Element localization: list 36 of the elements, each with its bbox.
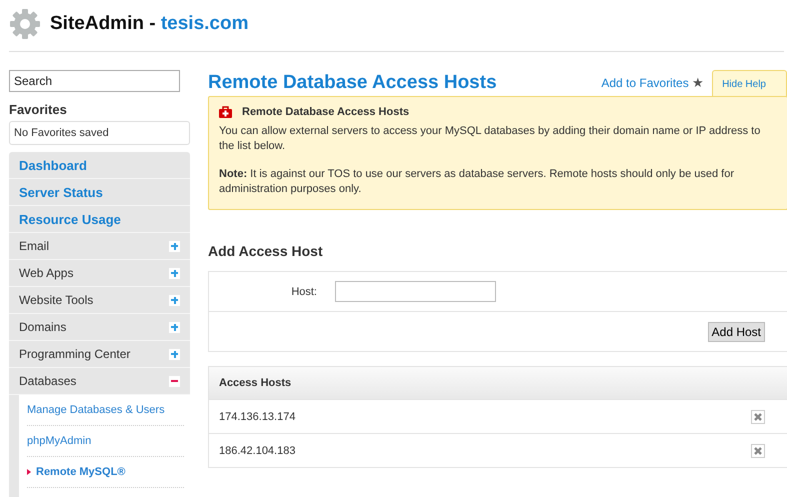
host-label: Host: xyxy=(290,286,317,298)
section-heading: Add Access Host xyxy=(208,243,324,259)
expand-icon[interactable] xyxy=(169,294,180,306)
first-aid-kit-icon xyxy=(219,106,232,118)
submenu-link[interactable]: Remote MySQL® xyxy=(27,457,184,488)
page-title: Remote Database Access Hosts xyxy=(208,72,498,95)
sidebar-group-label[interactable]: Website Tools xyxy=(19,293,94,307)
collapse-icon[interactable] xyxy=(169,376,180,386)
expand-icon[interactable] xyxy=(169,240,180,252)
add-host-button[interactable]: Add Host xyxy=(708,322,765,342)
submenu-link[interactable]: phpMyAdmin xyxy=(27,426,184,457)
expand-icon[interactable] xyxy=(169,322,180,332)
gear-icon xyxy=(9,8,41,40)
table-cell: 186.42.104.183 xyxy=(219,444,296,456)
help-note: Note: It is against our TOS to use our servers as database servers. Remote hosts should only be used for administration purposes only. xyxy=(219,167,736,197)
search-field[interactable]: Search xyxy=(9,70,180,92)
favorites-empty-text: No Favorites saved xyxy=(9,121,190,145)
submenu-link[interactable]: Manage Databases & Users xyxy=(27,395,184,426)
sidebar-group-label[interactable]: Email xyxy=(19,239,50,253)
sidebar-group-label[interactable]: Programming Center xyxy=(19,347,130,361)
add-to-favorites-link[interactable]: Add to Favorites ★ xyxy=(601,75,712,96)
sidebar-group-label[interactable]: Web Apps xyxy=(19,266,74,280)
host-field[interactable] xyxy=(335,281,496,302)
help-title: Remote Database Access Hosts xyxy=(242,106,410,118)
help-text: You can allow external servers to access your MySQL databases by adding their domain name or IP address to the list below. xyxy=(219,124,762,154)
sidebar-group-label[interactable]: Domains xyxy=(19,320,66,334)
table-cell: 174.136.13.174 xyxy=(219,410,296,422)
delete-icon[interactable] xyxy=(751,410,765,424)
site-title: SiteAdmin - tesis.com xyxy=(50,13,248,35)
table-header: Access Hosts xyxy=(209,367,787,399)
expand-icon[interactable] xyxy=(169,268,180,278)
favorites-heading: Favorites xyxy=(9,102,68,117)
hide-help-tab[interactable]: Hide Help xyxy=(712,70,787,96)
expand-icon[interactable] xyxy=(169,348,180,360)
delete-icon[interactable] xyxy=(751,444,765,458)
sidebar-group-label[interactable]: Databases xyxy=(19,374,76,388)
